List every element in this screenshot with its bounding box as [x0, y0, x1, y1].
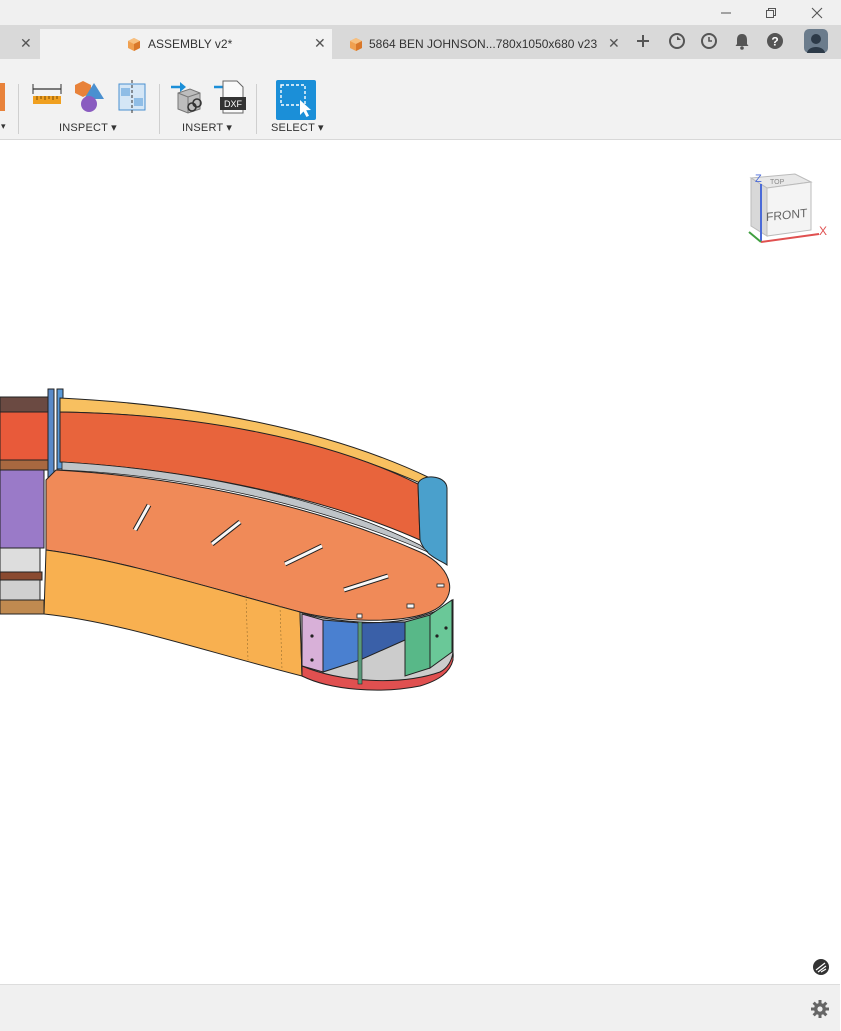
minimize-button[interactable]: [703, 0, 749, 25]
select-group-label[interactable]: SELECT ▾: [271, 121, 324, 134]
job-status-button[interactable]: [663, 27, 691, 55]
tab-ben-johnson[interactable]: 5864 BEN JOHNSON...780x1050x680 v23 ✕: [334, 29, 626, 59]
tab-close-icon[interactable]: ✕: [314, 35, 326, 52]
insert-derive-tool[interactable]: [170, 79, 204, 115]
view-cube[interactable]: FRONT TOP Z X: [743, 170, 831, 250]
ruler-icon: [32, 84, 62, 104]
gear-icon: [811, 1000, 829, 1018]
help-button[interactable]: ?: [761, 27, 789, 55]
title-bar: [0, 0, 841, 25]
bell-icon: [735, 34, 749, 50]
tab-close-icon[interactable]: ✕: [20, 35, 32, 52]
user-avatar-icon: [804, 29, 828, 53]
dxf-file-icon: DXF: [214, 80, 246, 114]
new-tab-button[interactable]: [629, 27, 657, 55]
model-render[interactable]: [0, 140, 840, 984]
component-cube-icon: [128, 38, 140, 51]
insert-dxf-tool[interactable]: DXF: [213, 79, 247, 115]
component-cube-icon: [350, 38, 362, 51]
partial-group-dropdown[interactable]: ▾: [1, 121, 6, 132]
select-box-icon: [280, 84, 311, 117]
history-button[interactable]: [695, 27, 723, 55]
restore-button[interactable]: [748, 0, 794, 25]
restore-icon: [766, 7, 776, 18]
tab-close-icon[interactable]: ✕: [608, 35, 620, 52]
navigation-badge[interactable]: [812, 958, 830, 976]
user-avatar[interactable]: [802, 27, 830, 55]
partial-tool-icon[interactable]: [0, 83, 5, 111]
insert-link-icon: [171, 82, 202, 114]
tab-previous-document[interactable]: ✕: [0, 29, 40, 59]
insert-group-label[interactable]: INSERT ▾: [182, 121, 232, 134]
section-analysis-tool[interactable]: [115, 79, 149, 115]
toolbar-separator: [18, 84, 19, 134]
tab-label: 5864 BEN JOHNSON...780x1050x680 v23: [369, 37, 598, 51]
interference-tool[interactable]: [72, 79, 106, 115]
history-icon: [701, 33, 717, 49]
sync-icon: [669, 33, 685, 49]
axis-z-label: Z: [755, 173, 762, 185]
notifications-button[interactable]: [728, 27, 756, 55]
select-tool[interactable]: [276, 80, 316, 120]
inspect-group-label[interactable]: INSPECT ▾: [59, 121, 117, 134]
tab-assembly[interactable]: ASSEMBLY v2* ✕: [40, 29, 332, 59]
svg-text:?: ?: [771, 35, 778, 49]
svg-text:DXF: DXF: [224, 99, 243, 109]
toolbar-separator: [159, 84, 160, 134]
toolbar-separator: [256, 84, 257, 134]
plus-icon: [637, 35, 649, 47]
view-cube-top-label[interactable]: TOP: [770, 179, 784, 186]
ribbon-toolbar: ▾ INSPECT ▾ DXF INSERT ▾ SELECT ▾: [0, 59, 841, 140]
axis-x-label: X: [819, 224, 828, 238]
settings-button[interactable]: [810, 999, 830, 1019]
measure-tool[interactable]: [30, 79, 64, 115]
bottom-status-bar: [0, 984, 840, 1031]
minimize-icon: [721, 12, 731, 13]
shapes-interference-icon: [75, 81, 104, 112]
close-window-button[interactable]: [794, 0, 840, 25]
close-icon: [811, 7, 823, 18]
orbit-navigation-icon: [813, 959, 829, 975]
tab-label: ASSEMBLY v2*: [148, 37, 233, 51]
3d-viewport[interactable]: FRONT TOP Z X: [0, 140, 840, 984]
help-icon: ?: [767, 33, 783, 49]
section-analysis-icon: [118, 80, 146, 114]
document-tab-bar: ✕ ASSEMBLY v2* ✕ 5864 BEN JOHNSON...780x…: [0, 25, 841, 59]
